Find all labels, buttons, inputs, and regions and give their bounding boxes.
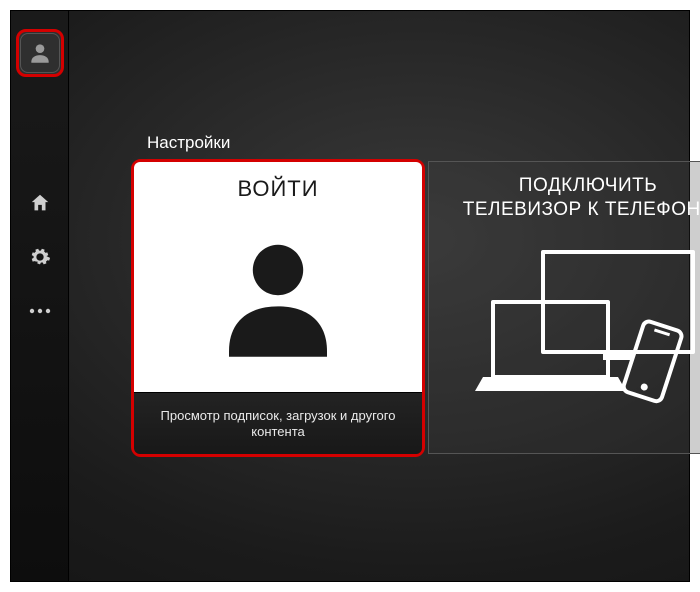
content-area: Настройки ВОЙТИ Просмотр подписок, bbox=[69, 11, 689, 581]
nav-list bbox=[29, 192, 51, 322]
login-card-body: ВОЙТИ bbox=[134, 162, 422, 392]
more-icon[interactable] bbox=[29, 300, 51, 322]
connect-card[interactable]: ПОДКЛЮЧИТЬ ТЕЛЕВИЗОР К ТЕЛЕФОНУ bbox=[428, 161, 700, 454]
cards-row: ВОЙТИ Просмотр подписок, загрузок и друг… bbox=[131, 159, 700, 457]
login-title: ВОЙТИ bbox=[237, 176, 318, 202]
gear-icon[interactable] bbox=[29, 246, 51, 268]
devices-icon bbox=[473, 242, 700, 412]
account-button[interactable] bbox=[16, 29, 64, 77]
login-caption-bar: Просмотр подписок, загрузок и другого ко… bbox=[134, 392, 422, 454]
connect-title-line1: ПОДКЛЮЧИТЬ bbox=[519, 175, 657, 196]
home-icon[interactable] bbox=[29, 192, 51, 214]
login-caption: Просмотр подписок, загрузок и другого ко… bbox=[148, 408, 408, 440]
connect-title: ПОДКЛЮЧИТЬ ТЕЛЕВИЗОР К ТЕЛЕФОНУ bbox=[463, 174, 700, 222]
sidebar bbox=[11, 11, 69, 581]
app-root: Настройки ВОЙТИ Просмотр подписок, bbox=[11, 11, 689, 581]
login-card[interactable]: ВОЙТИ Просмотр подписок, загрузок и друг… bbox=[131, 159, 425, 457]
account-icon bbox=[20, 33, 60, 73]
person-icon bbox=[208, 228, 348, 368]
window-frame: Настройки ВОЙТИ Просмотр подписок, bbox=[10, 10, 690, 582]
section-title: Настройки bbox=[147, 133, 230, 153]
connect-title-line2: ТЕЛЕВИЗОР К ТЕЛЕФОНУ bbox=[463, 199, 700, 220]
